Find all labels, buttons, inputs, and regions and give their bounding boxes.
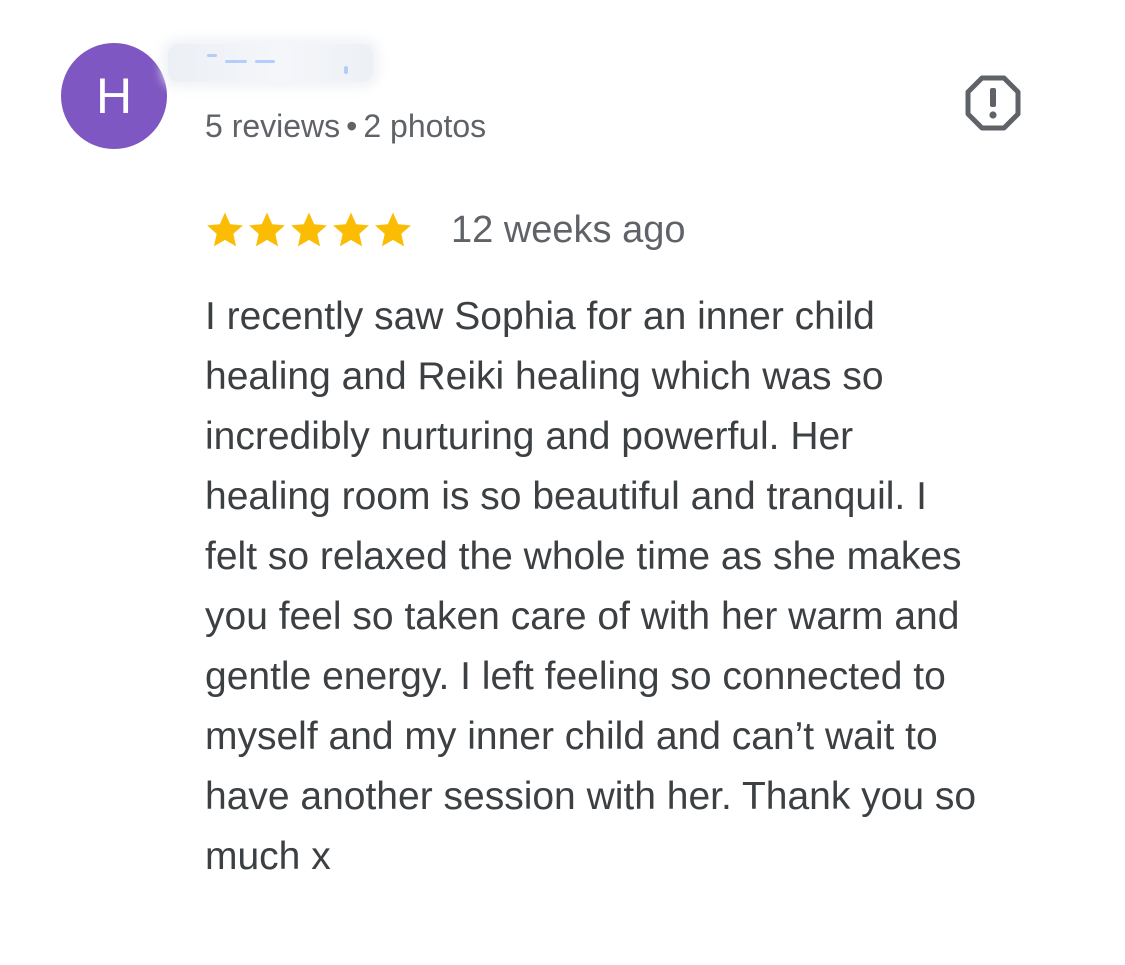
review-date: 12 weeks ago (451, 209, 686, 251)
star-rating (205, 210, 413, 250)
review-text-line: much x (205, 835, 331, 878)
star-icon (207, 212, 243, 247)
review-card: H 5 reviews • 2 photos 12 weeks ago I rece… (0, 0, 1125, 965)
review-text-line: gentle energy. I left feeling so connect… (205, 655, 946, 698)
review-text-line: incredibly nurturing and powerful. Her (205, 415, 854, 458)
reviews-count[interactable]: 5 reviews (205, 108, 340, 144)
avatar-letter: H (95, 68, 133, 124)
review-text-line: healing and Reiki healing which was so (205, 355, 884, 398)
name-blur-trace (207, 54, 217, 57)
review-text-line: you feel so taken care of with her warm … (205, 595, 960, 638)
review-text-line: have another session with her. Thank you… (205, 775, 977, 818)
review-text-line: felt so relaxed the whole time as she ma… (205, 535, 962, 578)
review-text-line: myself and my inner child and can’t wait… (205, 715, 938, 758)
reviewer-name[interactable] (168, 44, 373, 82)
photos-count[interactable]: 2 photos (363, 108, 486, 144)
name-blur-trace (344, 66, 348, 74)
name-blur-trace (255, 60, 275, 63)
name-blur-trace (225, 60, 247, 63)
star-icon (333, 212, 369, 247)
star-icon (291, 212, 327, 247)
review-text-line: healing room is so beautiful and tranqui… (205, 475, 927, 518)
review-text: I recently saw Sophia for an inner child… (205, 287, 1085, 887)
star-icon (249, 212, 285, 247)
review-text-line: I recently saw Sophia for an inner child (205, 295, 875, 338)
meta-separator: • (346, 108, 358, 144)
reviewer-meta: 5 reviews • 2 photos (205, 104, 486, 148)
report-octagon-icon (965, 75, 1021, 131)
avatar[interactable]: H (61, 43, 167, 149)
star-icon (375, 212, 411, 247)
rating-row: 12 weeks ago (205, 205, 686, 255)
report-button[interactable] (962, 72, 1024, 134)
